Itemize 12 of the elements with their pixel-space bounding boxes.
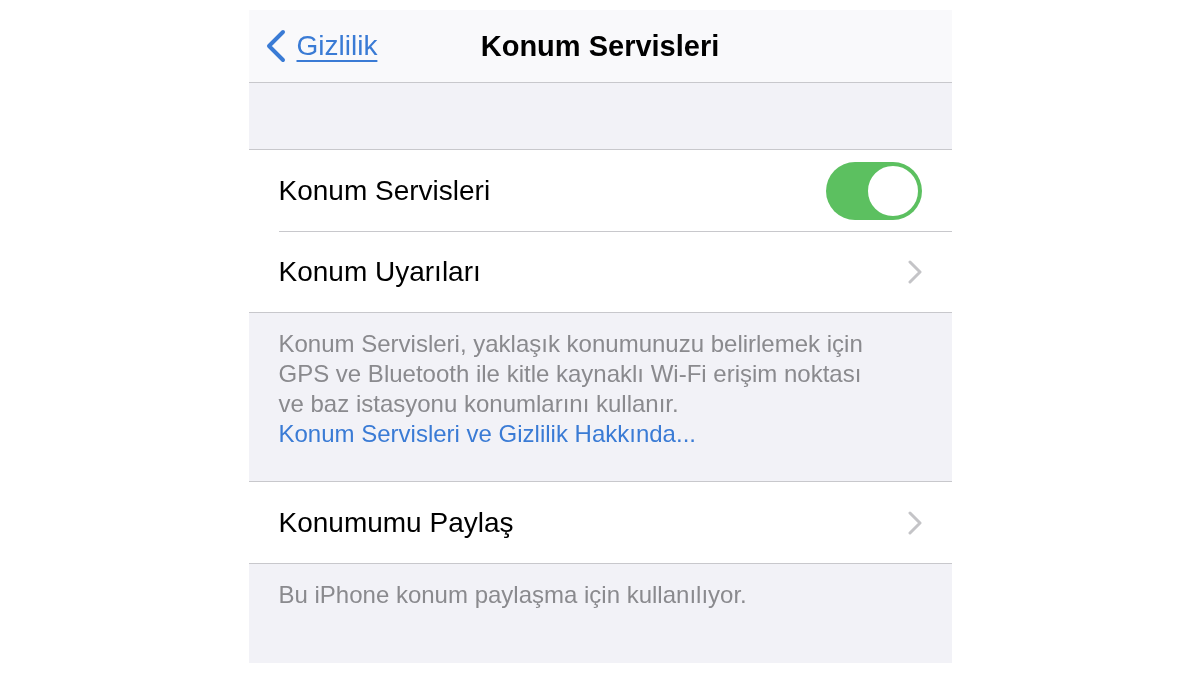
back-button[interactable]: Gizlilik xyxy=(248,29,378,63)
row-label[interactable]: Konumumu Paylaş xyxy=(278,506,514,539)
row-label[interactable]: Konum Uyarıları xyxy=(278,255,481,288)
toggle-switch[interactable] xyxy=(825,161,922,220)
back-chevron-icon xyxy=(264,29,287,63)
row-label: Konum Servisleri xyxy=(278,174,491,207)
chevron-icon xyxy=(907,510,922,535)
info-link[interactable]: Konum Servisleri ve Gizlilik Hakkında... xyxy=(278,420,696,447)
footer-note: Konum Servisleri, yaklaşık konumunuzu belirlemek için GPS ve Bluetooth ile kitle kaynaklı Wi-Fi erişim noktası ve baz istasyonu konumlarını kullanır. Konum Servisleri ve Gizlilik Hakkında... xyxy=(277,329,864,449)
page-title: Konum Servisleri xyxy=(480,29,720,63)
footer-note: Bu iPhone konum paylaşma için kullanılıyor. xyxy=(277,580,748,610)
chevron-icon xyxy=(907,259,922,284)
